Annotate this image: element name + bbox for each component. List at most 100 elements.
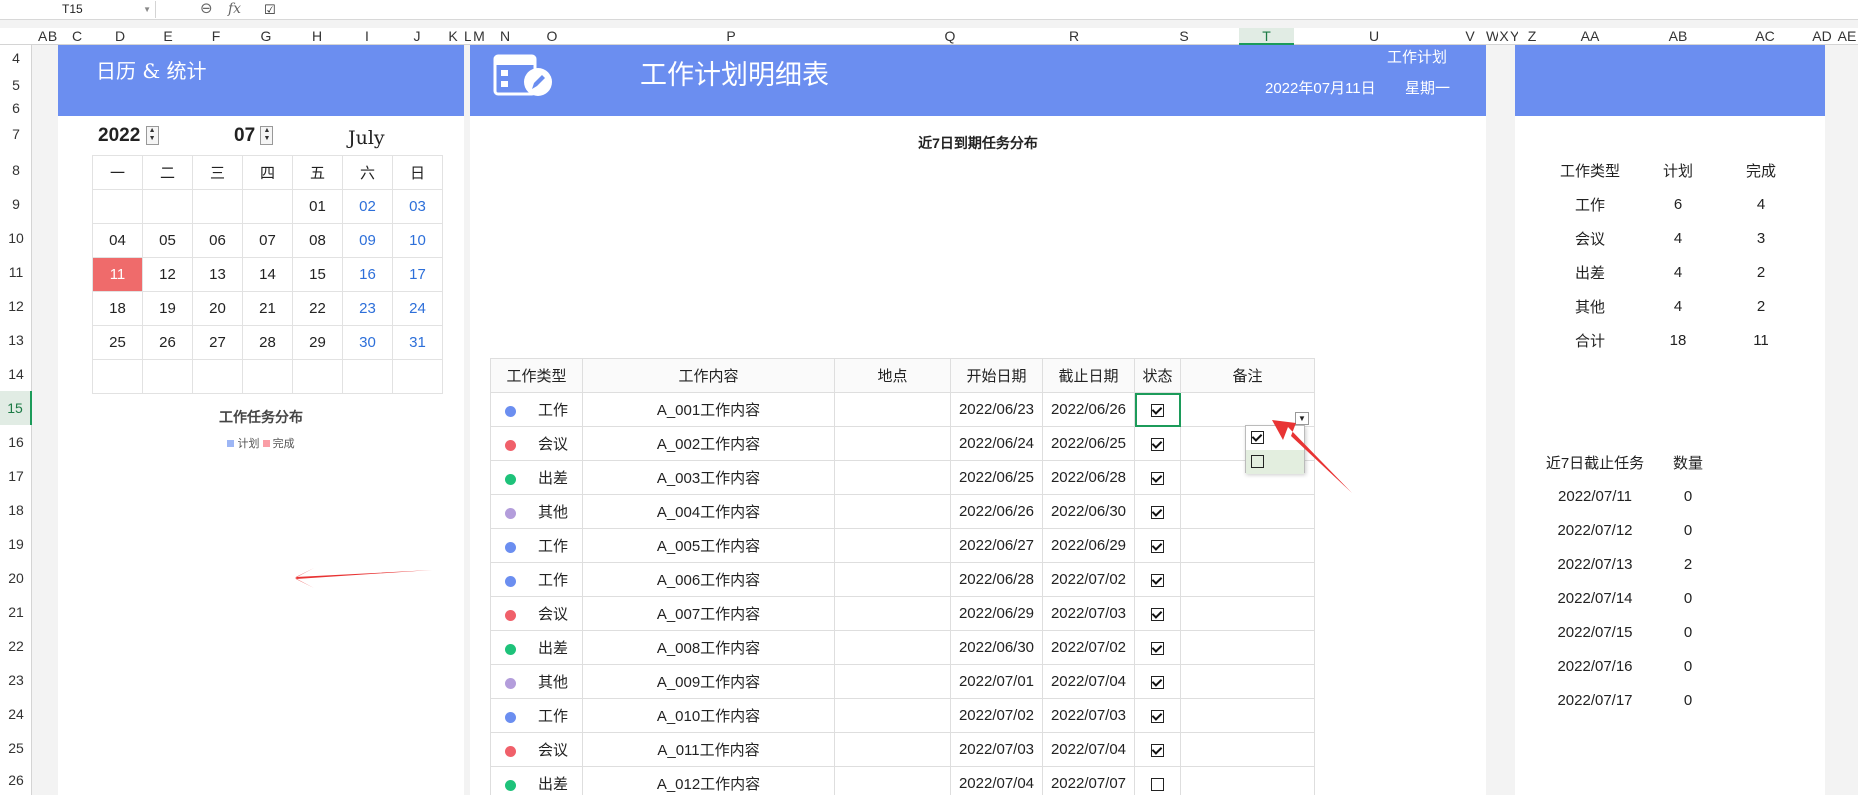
row-header-cell[interactable]: 21 xyxy=(0,595,32,629)
row-header-cell[interactable]: 17 xyxy=(0,459,32,493)
type-cell[interactable]: 会议 xyxy=(490,426,583,461)
calendar-day[interactable]: 13 xyxy=(192,257,243,292)
place-cell[interactable] xyxy=(834,460,951,495)
summary-cell[interactable]: 2 xyxy=(1645,547,1731,581)
content-cell[interactable]: A_010工作内容 xyxy=(582,698,835,733)
summary-cell[interactable]: 2 xyxy=(1721,289,1801,323)
end-cell[interactable]: 2022/06/26 xyxy=(1042,392,1135,427)
end-cell[interactable]: 2022/07/02 xyxy=(1042,562,1135,597)
calendar-day[interactable]: 15 xyxy=(292,257,343,292)
start-cell[interactable]: 2022/06/26 xyxy=(950,494,1043,529)
calendar-day[interactable]: 20 xyxy=(192,291,243,326)
calendar-day[interactable] xyxy=(92,359,143,394)
summary-cell[interactable]: 4 xyxy=(1721,187,1801,221)
calendar-day[interactable]: 29 xyxy=(292,325,343,360)
note-cell[interactable] xyxy=(1180,664,1315,699)
column-header-cell[interactable]: Q xyxy=(881,28,1019,45)
row-header-cell[interactable]: 18 xyxy=(0,493,32,527)
end-cell[interactable]: 2022/07/03 xyxy=(1042,596,1135,631)
summary-cell[interactable]: 其他 xyxy=(1545,289,1635,323)
checked-box-icon[interactable] xyxy=(1151,709,1164,723)
note-cell[interactable] xyxy=(1180,732,1315,767)
summary-cell[interactable]: 4 xyxy=(1635,289,1721,323)
column-header-cell[interactable]: W xyxy=(1486,28,1498,45)
calendar-day[interactable] xyxy=(142,189,193,224)
place-cell[interactable] xyxy=(834,766,951,795)
start-cell[interactable]: 2022/06/30 xyxy=(950,630,1043,665)
content-cell[interactable]: A_009工作内容 xyxy=(582,664,835,699)
row-header-cell[interactable]: 10 xyxy=(0,221,32,255)
calendar-day[interactable] xyxy=(342,359,393,394)
summary-cell[interactable]: 2022/07/16 xyxy=(1545,649,1645,683)
dropdown-option-unchecked[interactable] xyxy=(1246,450,1304,474)
calendar-day[interactable]: 31 xyxy=(392,325,443,360)
note-cell[interactable] xyxy=(1180,494,1315,529)
summary-cell[interactable]: 工作 xyxy=(1545,187,1635,221)
status-cell[interactable] xyxy=(1134,766,1181,795)
end-cell[interactable]: 2022/07/04 xyxy=(1042,664,1135,699)
status-cell[interactable] xyxy=(1134,494,1181,529)
column-header-cell[interactable]: C xyxy=(58,28,96,45)
status-cell[interactable] xyxy=(1134,460,1181,495)
checked-box-icon[interactable] xyxy=(1151,607,1164,621)
summary-cell[interactable]: 0 xyxy=(1645,683,1731,717)
column-header-cell[interactable]: AD xyxy=(1808,28,1836,45)
row-header-cell[interactable]: 15 xyxy=(0,391,32,425)
calendar-day[interactable]: 16 xyxy=(342,257,393,292)
place-cell[interactable] xyxy=(834,392,951,427)
calendar-day[interactable] xyxy=(142,359,193,394)
type-cell[interactable]: 工作 xyxy=(490,392,583,427)
year-spinner[interactable]: ▲ ▼ xyxy=(145,126,159,146)
summary-cell[interactable]: 0 xyxy=(1645,479,1731,513)
calendar-day[interactable] xyxy=(92,189,143,224)
summary-cell[interactable]: 出差 xyxy=(1545,255,1635,289)
place-cell[interactable] xyxy=(834,630,951,665)
calendar-day[interactable]: 27 xyxy=(192,325,243,360)
zoom-icon[interactable]: ⊖ xyxy=(200,0,213,18)
summary-cell[interactable]: 2022/07/11 xyxy=(1545,479,1645,513)
content-cell[interactable]: A_002工作内容 xyxy=(582,426,835,461)
calendar-day[interactable]: 22 xyxy=(292,291,343,326)
end-cell[interactable]: 2022/06/30 xyxy=(1042,494,1135,529)
row-header-cell[interactable]: 7 xyxy=(0,116,32,153)
unchecked-box-icon[interactable] xyxy=(1151,777,1164,791)
calendar-day[interactable]: 05 xyxy=(142,223,193,258)
calendar-day[interactable]: 08 xyxy=(292,223,343,258)
calendar-day[interactable]: 28 xyxy=(242,325,293,360)
place-cell[interactable] xyxy=(834,494,951,529)
formula-input[interactable]: ☑ xyxy=(264,1,276,18)
start-cell[interactable]: 2022/07/03 xyxy=(950,732,1043,767)
type-cell[interactable]: 出差 xyxy=(490,766,583,795)
summary-cell[interactable]: 0 xyxy=(1645,649,1731,683)
calendar-day[interactable]: 03 xyxy=(392,189,443,224)
start-cell[interactable]: 2022/06/23 xyxy=(950,392,1043,427)
start-cell[interactable]: 2022/06/28 xyxy=(950,562,1043,597)
checked-box-icon[interactable] xyxy=(1151,573,1164,587)
summary-cell[interactable]: 6 xyxy=(1635,187,1721,221)
place-cell[interactable] xyxy=(834,664,951,699)
place-cell[interactable] xyxy=(834,528,951,563)
checked-box-icon[interactable] xyxy=(1151,641,1164,655)
calendar-day[interactable]: 12 xyxy=(142,257,193,292)
type-cell[interactable]: 会议 xyxy=(490,732,583,767)
note-cell[interactable] xyxy=(1180,698,1315,733)
end-cell[interactable]: 2022/06/25 xyxy=(1042,426,1135,461)
column-header-cell[interactable]: O xyxy=(523,28,581,45)
column-header-cell[interactable]: Z xyxy=(1518,28,1546,45)
calendar-day[interactable] xyxy=(192,359,243,394)
row-header-cell[interactable]: 8 xyxy=(0,153,32,187)
row-header-cell[interactable]: 16 xyxy=(0,425,32,459)
column-header-cell[interactable]: G xyxy=(240,28,292,45)
column-header-cell[interactable]: AA xyxy=(1546,28,1634,45)
column-header-cell[interactable]: J xyxy=(392,28,442,45)
function-icon[interactable]: fx xyxy=(228,0,241,18)
summary-cell[interactable]: 0 xyxy=(1645,615,1731,649)
status-cell[interactable] xyxy=(1134,528,1181,563)
summary-cell[interactable]: 2 xyxy=(1721,255,1801,289)
calendar-day[interactable] xyxy=(392,359,443,394)
summary-cell[interactable]: 0 xyxy=(1645,513,1731,547)
summary-cell[interactable]: 11 xyxy=(1721,323,1801,357)
summary-cell[interactable]: 2022/07/15 xyxy=(1545,615,1645,649)
dropdown-toggle[interactable]: ▼ xyxy=(1295,412,1309,425)
place-cell[interactable] xyxy=(834,732,951,767)
